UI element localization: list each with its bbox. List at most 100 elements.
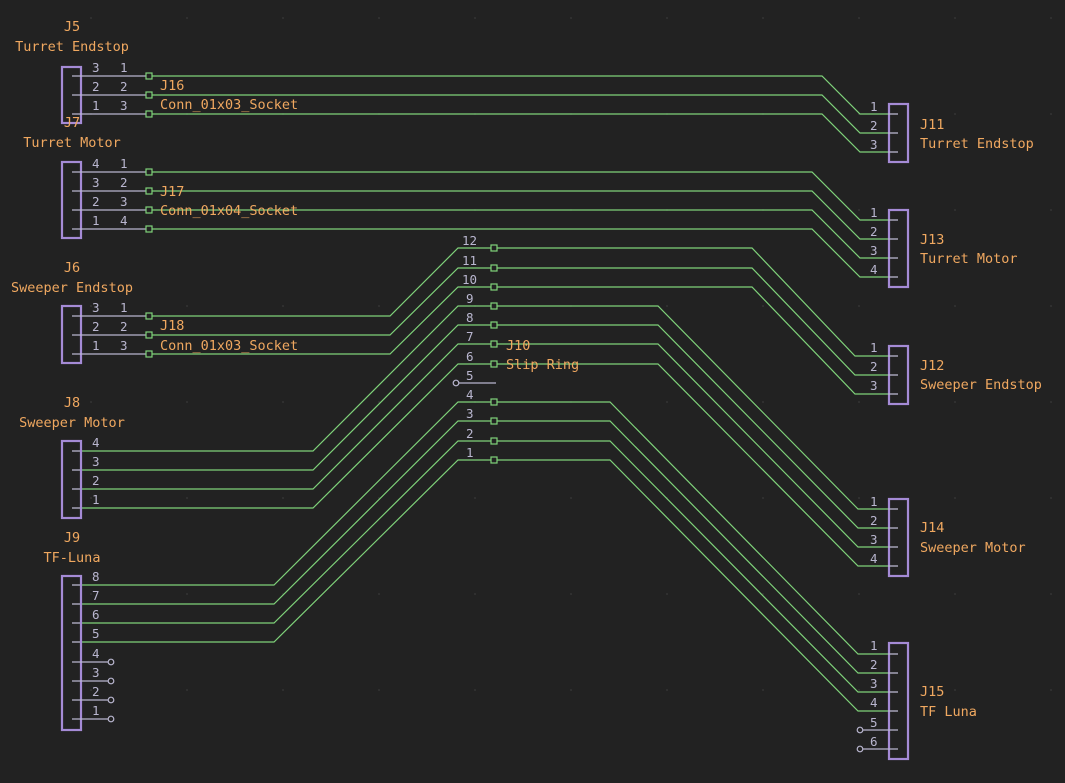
grid-dot [186, 17, 188, 19]
pin-number: 5 [92, 626, 100, 641]
pin-number: 8 [92, 569, 100, 584]
pin-number: 3 [870, 378, 878, 393]
pin-number: 1 [870, 99, 878, 114]
grid-dot [378, 305, 380, 307]
ref-label: J15 [920, 684, 944, 700]
wire [80, 420, 494, 605]
connector-j7[interactable]: J7 Turret Motor 4 3 2 1 [23, 115, 150, 240]
ref-label: J9 [64, 530, 80, 546]
pin-number: 4 [120, 213, 128, 228]
pin-number: 7 [92, 588, 100, 603]
connector-j12[interactable]: 1 2 3 J12 Sweeper Endstop [870, 340, 1042, 406]
value-label: Conn_01x03_Socket [160, 97, 298, 113]
wire [494, 401, 888, 655]
connector-j15[interactable]: 1 2 3 4 5 6 J15 TF Luna [856, 638, 977, 761]
pin-number: 1 [92, 492, 100, 507]
pin-number: 10 [462, 272, 477, 287]
wire [150, 247, 494, 317]
connector-j13[interactable]: 1 2 3 4 J13 Turret Motor [870, 205, 1018, 289]
value-label: Turret Endstop [920, 136, 1034, 152]
grid-dot [378, 17, 380, 19]
wires [80, 75, 888, 712]
connector-j18[interactable]: 1 2 3 J18 Conn_01x03_Socket [120, 300, 298, 358]
pin-number: 3 [120, 338, 128, 353]
grid-dot [282, 497, 284, 499]
grid-dot [954, 17, 956, 19]
grid-dot [570, 689, 572, 691]
connector-body [887, 497, 910, 578]
wire [494, 324, 888, 529]
grid-dot [282, 401, 284, 403]
pin-number: 3 [92, 454, 100, 469]
ref-label: J7 [64, 115, 80, 131]
pin-number: 3 [870, 676, 878, 691]
pin-number: 11 [462, 253, 477, 268]
pin-number: 6 [466, 349, 474, 364]
grid-dot [1050, 305, 1052, 307]
grid-dot [858, 593, 860, 595]
pin-number: 4 [92, 156, 100, 171]
pin-number: 4 [92, 435, 100, 450]
grid-dot [954, 497, 956, 499]
pin-number: 2 [870, 118, 878, 133]
grid-dot [1050, 593, 1052, 595]
connector-j6[interactable]: J6 Sweeper Endstop 3 2 1 [11, 260, 150, 365]
pin-number: 2 [92, 194, 100, 209]
grid-dot [666, 305, 668, 307]
pin-number: 1 [466, 445, 474, 460]
grid-dot [378, 593, 380, 595]
pin-number: 3 [120, 194, 128, 209]
pin-number: 2 [92, 319, 100, 334]
pin-number: 2 [92, 684, 100, 699]
ref-label: J16 [160, 78, 184, 94]
grid-dot [1050, 113, 1052, 115]
pin-number: 1 [92, 703, 100, 718]
grid-dot [762, 689, 764, 691]
connector-j16[interactable]: 1 2 3 J16 Conn_01x03_Socket [120, 60, 298, 118]
pin-number: 6 [92, 607, 100, 622]
wire [494, 420, 888, 674]
pin-number: 4 [870, 551, 878, 566]
value-label: TF Luna [920, 704, 977, 720]
pin-number: 1 [870, 205, 878, 220]
pin-number: 8 [466, 310, 474, 325]
grid-dot [282, 17, 284, 19]
grid-dot [1050, 401, 1052, 403]
value-label: Sweeper Motor [920, 540, 1026, 556]
grid-dot [186, 401, 188, 403]
grid-dot [858, 209, 860, 211]
pin-number: 2 [870, 224, 878, 239]
grid-dot [762, 17, 764, 19]
pin-number: 3 [92, 60, 100, 75]
grid-dot [474, 17, 476, 19]
pin-number: 5 [466, 368, 474, 383]
pin-number: 3 [120, 98, 128, 113]
wire [80, 459, 494, 643]
grid-dot [666, 689, 668, 691]
schematic-canvas[interactable]: J5 Turret Endstop 3 2 1 1 2 3 J16 Conn_0… [0, 0, 1065, 783]
pin-number: 3 [466, 406, 474, 421]
pin-number: 3 [870, 532, 878, 547]
connector-j5[interactable]: J5 Turret Endstop 3 2 1 [15, 19, 150, 125]
ref-label: J11 [920, 117, 944, 133]
grid-dot [1050, 689, 1052, 691]
connector-j11[interactable]: 1 2 3 J11 Turret Endstop [870, 99, 1034, 164]
grid-dot [474, 593, 476, 595]
wire [150, 113, 888, 153]
grid-dot [186, 593, 188, 595]
grid-dot [666, 401, 668, 403]
pin-number: 2 [120, 319, 128, 334]
connector-j8[interactable]: J8 Sweeper Motor 4 3 2 1 [19, 395, 125, 520]
pin-number: 4 [466, 387, 474, 402]
pin-number: 1 [870, 340, 878, 355]
connector-j14[interactable]: 1 2 3 4 J14 Sweeper Motor [870, 494, 1026, 578]
connector-j17[interactable]: 1 2 3 4 J17 Conn_01x04_Socket [120, 156, 298, 233]
pin-number: 1 [92, 98, 100, 113]
ref-label: J13 [920, 232, 944, 248]
value-label: Slip Ring [506, 357, 579, 373]
connector-j9[interactable]: J9 TF-Luna 8 7 6 5 4 3 2 1 [44, 530, 115, 732]
grid-dot [186, 497, 188, 499]
grid-dot [954, 401, 956, 403]
grid-dot [666, 17, 668, 19]
grid-dot [858, 305, 860, 307]
